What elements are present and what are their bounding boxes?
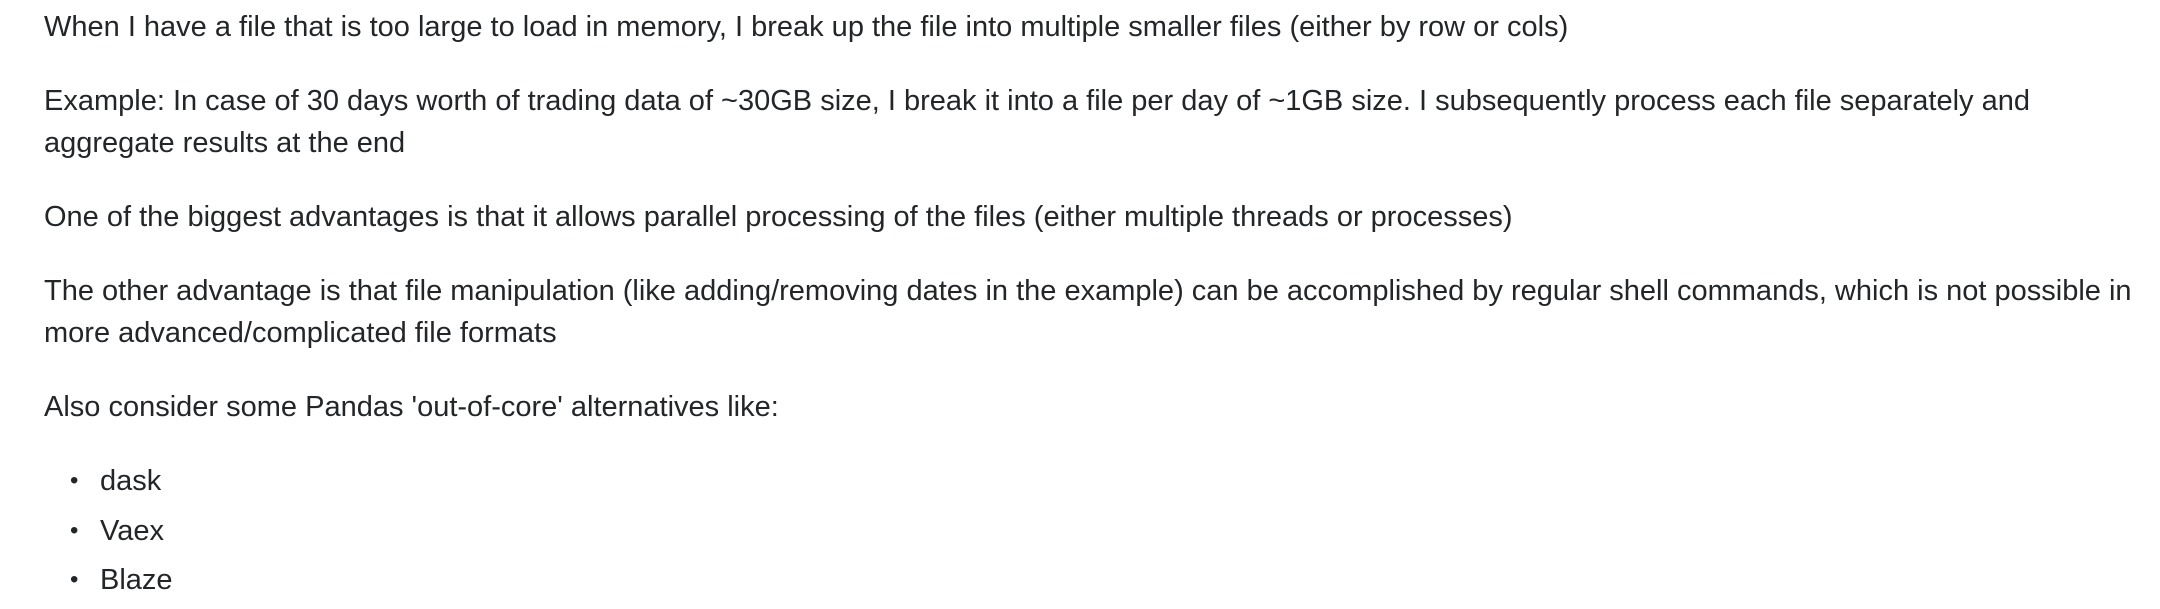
list-item-label: dask xyxy=(100,465,162,497)
list-item-label: Vaex xyxy=(100,514,164,547)
paragraph-file-splitting: When I have a file that is too large to … xyxy=(44,11,1569,43)
paragraph-alternatives-intro: Also consider some Pandas 'out-of-core' … xyxy=(44,391,779,423)
paragraph-example: Example: In case of 30 days worth of tra… xyxy=(44,85,2031,159)
answer-body: When I have a file that is too large to … xyxy=(44,6,2144,609)
bullet-icon: • xyxy=(70,467,79,494)
bullet-icon: • xyxy=(70,566,79,593)
paragraph-parallel-advantage: One of the biggest advantages is that it… xyxy=(44,201,1513,233)
list-item: • Vaex xyxy=(70,510,2144,552)
alternatives-list: • dask • Vaex • Blaze xyxy=(44,460,2144,601)
list-item-label: Blaze xyxy=(100,564,173,596)
list-item: • Blaze xyxy=(70,559,2144,601)
bullet-icon: • xyxy=(70,516,79,544)
list-item: • dask xyxy=(70,460,2144,502)
paragraph-shell-advantage: The other advantage is that file manipul… xyxy=(44,275,2132,349)
